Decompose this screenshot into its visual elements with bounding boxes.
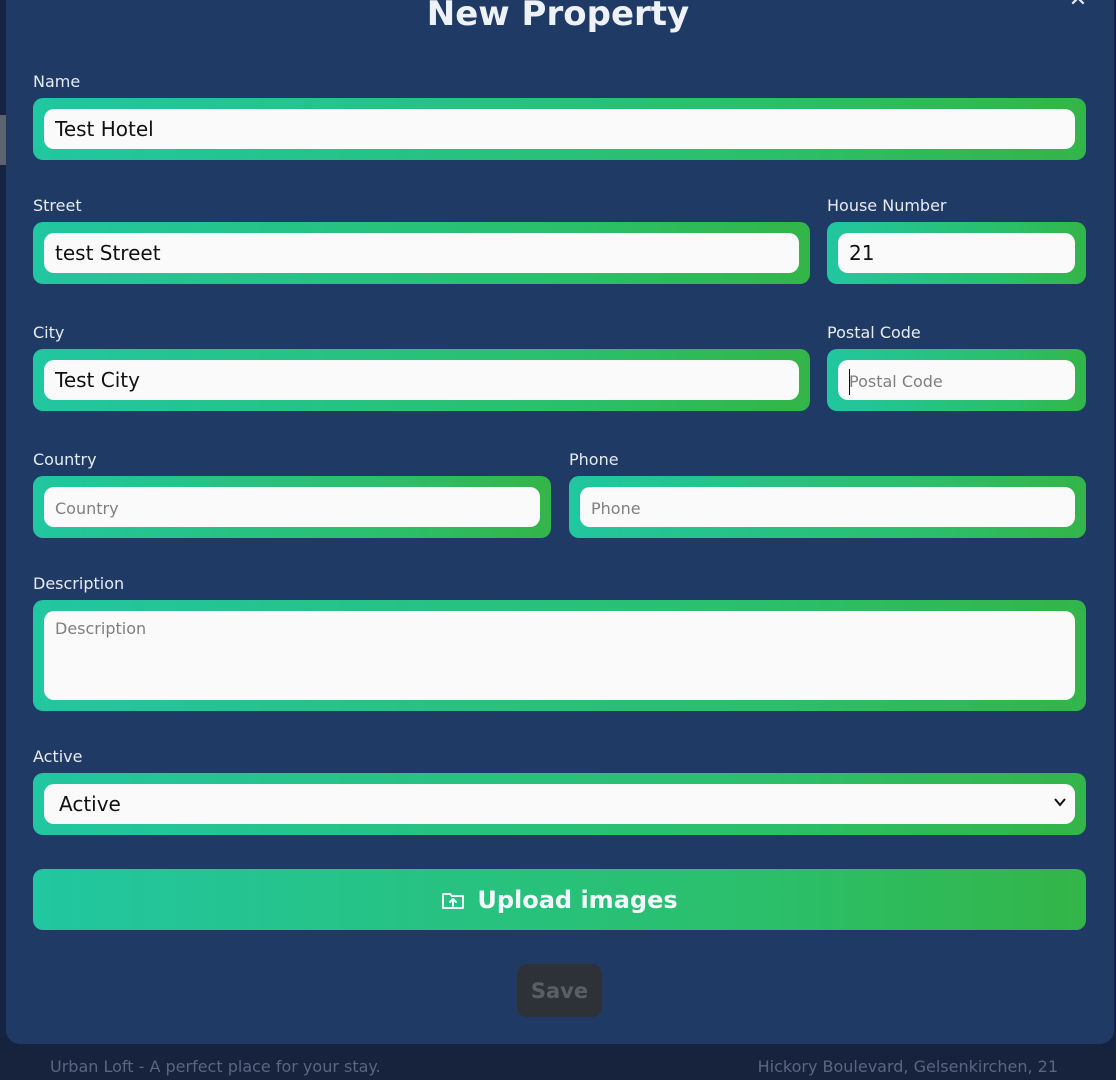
name-label: Name xyxy=(33,72,81,91)
postal-code-field-frame xyxy=(827,349,1086,411)
background-listing-address: Hickory Boulevard, Gelsenkirchen, 21 xyxy=(757,1057,1058,1076)
phone-field-frame xyxy=(569,476,1086,538)
text-caret xyxy=(849,369,850,395)
phone-input[interactable] xyxy=(580,487,1075,527)
postal-code-label: Postal Code xyxy=(827,323,921,342)
upload-images-label: Upload images xyxy=(477,885,678,914)
name-field-frame xyxy=(33,98,1086,160)
country-field-frame xyxy=(33,476,551,538)
phone-label: Phone xyxy=(569,450,619,469)
upload-images-button[interactable]: Upload images xyxy=(33,869,1086,930)
name-input[interactable] xyxy=(44,109,1075,149)
city-label: City xyxy=(33,323,65,342)
modal-title: New Property xyxy=(426,0,690,34)
house-number-input[interactable] xyxy=(838,233,1075,273)
city-input[interactable] xyxy=(44,360,799,400)
close-icon[interactable]: ✕ xyxy=(1066,0,1090,12)
upload-folder-icon xyxy=(442,892,465,909)
description-textarea[interactable] xyxy=(44,611,1075,700)
description-field-frame xyxy=(33,600,1086,711)
active-select[interactable]: Active xyxy=(44,784,1075,824)
city-field-frame xyxy=(33,349,810,411)
active-select-wrap: Active xyxy=(44,784,1075,824)
house-number-field-frame xyxy=(827,222,1086,284)
active-label: Active xyxy=(33,747,83,766)
street-label: Street xyxy=(33,196,82,215)
save-button[interactable]: Save xyxy=(517,964,602,1017)
street-input[interactable] xyxy=(44,233,799,273)
active-field-frame: Active xyxy=(33,773,1086,835)
street-field-frame xyxy=(33,222,810,284)
country-input[interactable] xyxy=(44,487,540,527)
background-listing-title: Urban Loft - A perfect place for your st… xyxy=(50,1057,381,1076)
country-label: Country xyxy=(33,450,97,469)
postal-code-input[interactable] xyxy=(838,360,1075,400)
house-number-label: House Number xyxy=(827,196,947,215)
description-label: Description xyxy=(33,574,125,593)
